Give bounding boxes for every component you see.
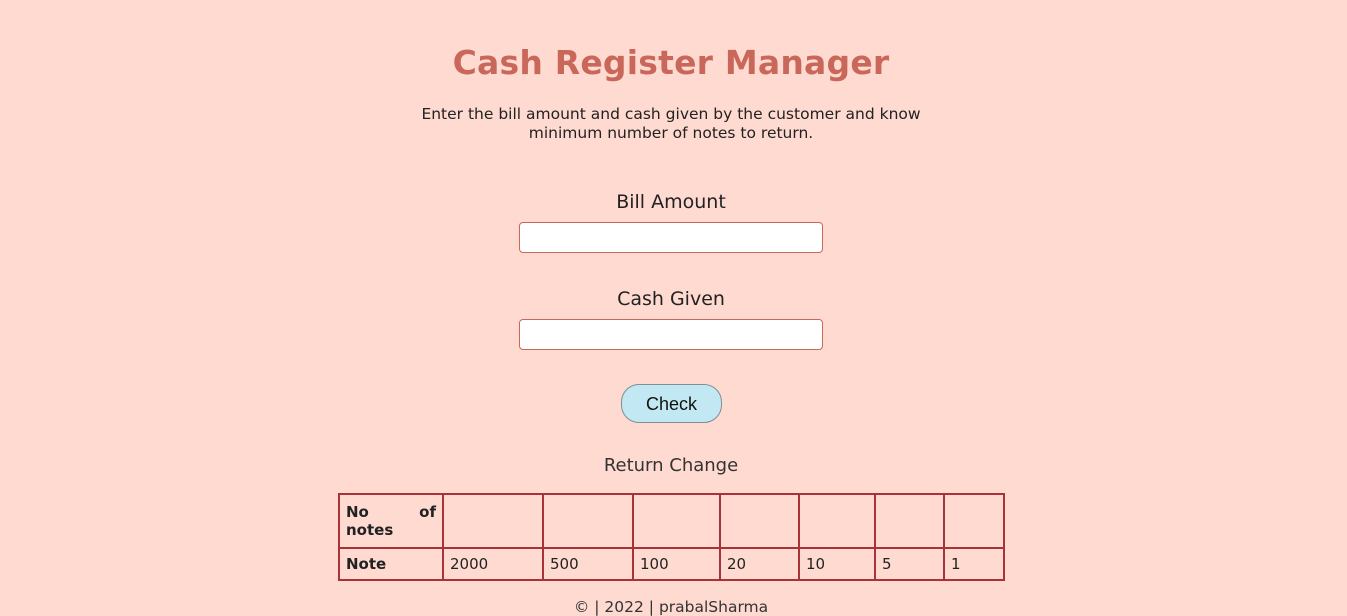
denomination-cell: 100 <box>632 547 721 581</box>
notes-count-cell <box>632 493 721 549</box>
denomination-cell: 500 <box>542 547 634 581</box>
notes-count-cell <box>719 493 800 549</box>
check-button[interactable]: Check <box>621 384 722 423</box>
page: Cash Register Manager Enter the bill amo… <box>0 0 1347 616</box>
footer-text: © | 2022 | prabalSharma <box>573 598 769 616</box>
denomination-cell: 2000 <box>442 547 544 581</box>
change-table: No of notes Note 2000 500 100 20 10 5 1 <box>338 493 1005 581</box>
denomination-cell: 1 <box>943 547 1005 581</box>
denomination-cell: 10 <box>798 547 876 581</box>
notes-count-cell <box>542 493 634 549</box>
notes-count-row: No of notes <box>338 493 1005 549</box>
page-description: Enter the bill amount and cash given by … <box>421 105 921 142</box>
notes-count-cell <box>874 493 945 549</box>
denomination-row: Note 2000 500 100 20 10 5 1 <box>338 547 1005 581</box>
row-header-notes-count: No of notes <box>338 493 444 549</box>
cash-given-input[interactable] <box>519 319 823 350</box>
page-title: Cash Register Manager <box>452 43 890 82</box>
denomination-cell: 5 <box>874 547 945 581</box>
bill-amount-label: Bill Amount <box>616 191 726 213</box>
notes-count-cell <box>442 493 544 549</box>
bill-amount-input[interactable] <box>519 222 823 253</box>
notes-count-cell <box>943 493 1005 549</box>
row-header-note: Note <box>338 547 444 581</box>
denomination-cell: 20 <box>719 547 800 581</box>
return-change-heading: Return Change <box>603 455 739 476</box>
notes-count-cell <box>798 493 876 549</box>
cash-given-label: Cash Given <box>617 288 725 310</box>
